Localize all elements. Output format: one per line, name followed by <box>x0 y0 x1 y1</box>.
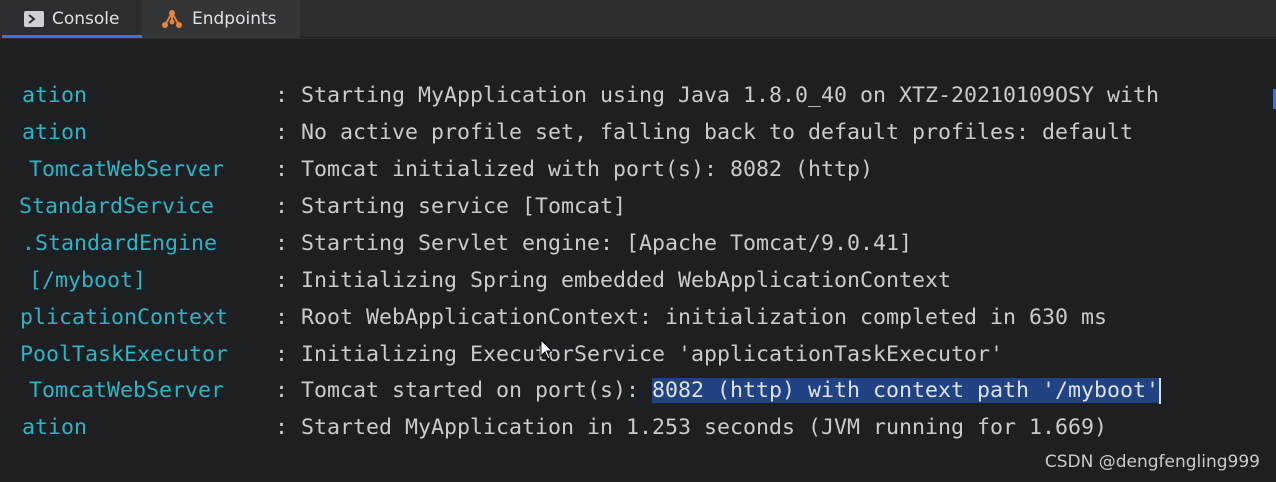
log-message: : Initializing Spring embedded WebApplic… <box>275 268 952 293</box>
selected-text[interactable]: 8082 (http) with context path '/myboot' <box>652 378 1160 403</box>
log-message: : Initializing ExecutorService 'applicat… <box>275 342 1004 367</box>
logger-name: .StandardEngine <box>22 231 218 256</box>
log-line: ation : Starting MyApplication using Jav… <box>0 81 1159 111</box>
log-line: PoolTaskExecutor : Initializing Executor… <box>0 340 1003 370</box>
tab-console-label: Console <box>52 9 120 29</box>
log-line: plicationContext : Root WebApplicationCo… <box>0 303 1107 333</box>
active-tab-indicator <box>2 35 142 38</box>
logger-name: [/myboot] <box>16 268 147 293</box>
tab-endpoints[interactable]: Endpoints <box>142 0 300 38</box>
log-line: ation : Started MyApplication in 1.253 s… <box>0 413 1107 443</box>
console-output[interactable]: ation : Starting MyApplication using Jav… <box>0 39 1276 482</box>
logger-name: ation <box>22 120 88 145</box>
endpoints-icon <box>160 8 184 30</box>
log-line: TomcatWebServer : Tomcat initialized wit… <box>0 155 873 185</box>
log-message: : Starting service [Tomcat] <box>275 194 627 219</box>
run-tool-window: Console Endpoints ation : Starting MyApp… <box>0 0 1276 482</box>
logger-name: plicationContext <box>20 305 229 330</box>
log-message: : Tomcat started on port(s): 8082 (http)… <box>275 376 1162 406</box>
watermark: CSDN @dengfengling999 <box>1044 452 1260 472</box>
log-message: : Started MyApplication in 1.253 seconds… <box>275 415 1108 440</box>
log-message: : Root WebApplicationContext: initializa… <box>275 305 1108 330</box>
logger-name: StandardService <box>19 194 215 219</box>
log-line: TomcatWebServer : Tomcat started on port… <box>0 376 1162 406</box>
logger-name: TomcatWebServer <box>16 378 225 403</box>
log-message: : No active profile set, falling back to… <box>275 120 1134 145</box>
log-message-prefix: : Tomcat started on port(s): <box>275 378 653 403</box>
tab-endpoints-label: Endpoints <box>192 9 277 29</box>
log-line: StandardService : Starting service [Tomc… <box>0 192 626 222</box>
logger-name: ation <box>22 415 88 440</box>
tool-window-tabbar: Console Endpoints <box>0 0 1276 38</box>
log-line: .StandardEngine : Starting Servlet engin… <box>0 229 912 259</box>
log-line: [/myboot] : Initializing Spring embedded… <box>0 266 951 296</box>
logger-name: ation <box>22 83 88 108</box>
logger-name: TomcatWebServer <box>16 157 225 182</box>
text-caret <box>1159 378 1162 404</box>
log-message: : Tomcat initialized with port(s): 8082 … <box>275 157 874 182</box>
log-line: ation : No active profile set, falling b… <box>0 118 1133 148</box>
log-message: : Starting Servlet engine: [Apache Tomca… <box>275 231 913 256</box>
mouse-cursor-icon <box>540 338 554 365</box>
logger-name: PoolTaskExecutor <box>20 342 229 367</box>
tab-console[interactable]: Console <box>0 0 142 38</box>
log-message: : Starting MyApplication using Java 1.8.… <box>275 83 1160 108</box>
console-icon <box>24 11 44 27</box>
